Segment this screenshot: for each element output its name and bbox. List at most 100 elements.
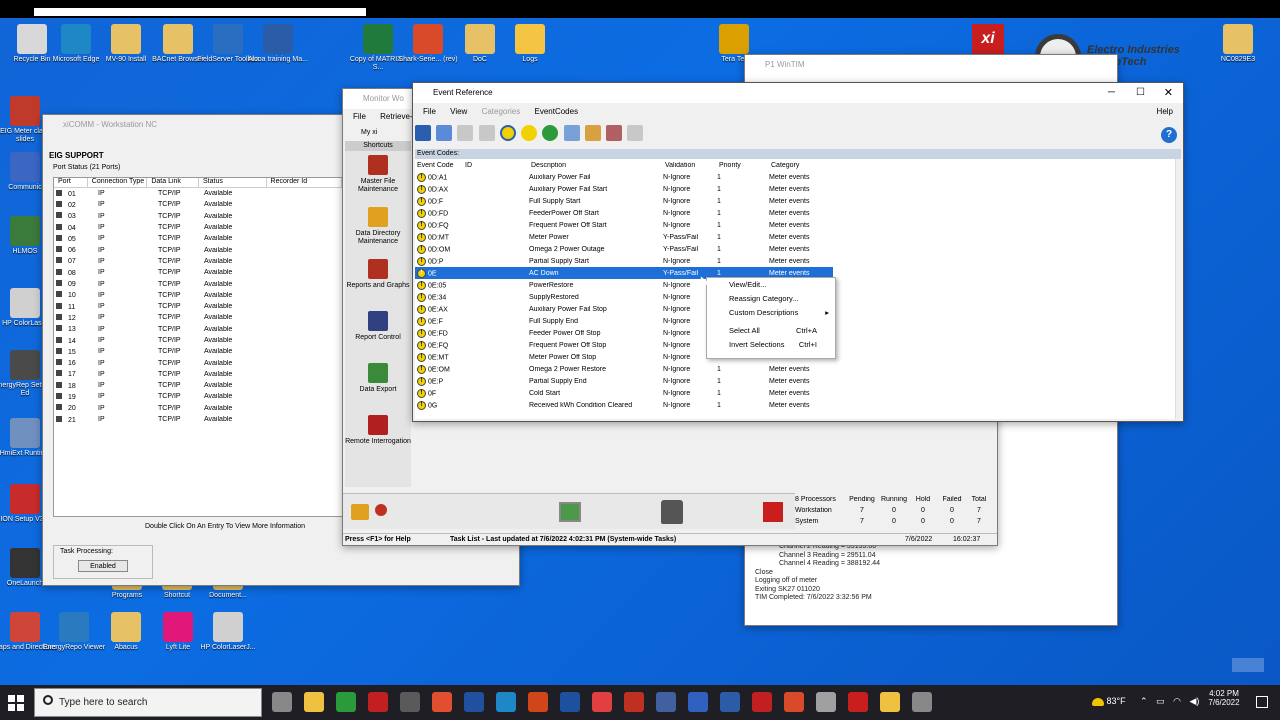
event-column-header[interactable]: Validation [663, 162, 717, 169]
port-row[interactable]: 09 IP TCP/IP Available [54, 278, 342, 289]
warn-icon[interactable] [351, 504, 369, 520]
taskbar-app-icon[interactable] [592, 692, 612, 712]
taskbar-app-icon[interactable] [528, 692, 548, 712]
taskbar-app-icon[interactable] [432, 692, 452, 712]
port-row[interactable]: 19 IP TCP/IP Available [54, 391, 342, 402]
port-row[interactable]: 20 IP TCP/IP Available [54, 403, 342, 414]
port-row[interactable]: 10 IP TCP/IP Available [54, 290, 342, 301]
port-row[interactable]: 08 IP TCP/IP Available [54, 267, 342, 278]
port-row[interactable]: 04 IP TCP/IP Available [54, 222, 342, 233]
menu-file[interactable]: File [423, 107, 436, 116]
taskbar-app-icon[interactable] [560, 692, 580, 712]
taskbar-app-icon[interactable] [400, 692, 420, 712]
event-row[interactable]: ! 0D:P Partial Supply Start N-Ignore 1 Meter … [415, 255, 833, 267]
port-table[interactable]: Port Connection Type Data Link Status Record… [53, 177, 343, 517]
taskbar-app-icon[interactable] [688, 692, 708, 712]
event-column-header[interactable]: Category [769, 162, 829, 169]
context-menu-item[interactable]: View/Edit... [707, 278, 835, 292]
event-row[interactable]: ! 0F Cold Start N-Ignore 1 Meter events [415, 387, 833, 399]
event-column-header[interactable]: ID [463, 162, 529, 169]
port-row[interactable]: 15 IP TCP/IP Available [54, 346, 342, 357]
copy-icon[interactable] [457, 125, 474, 141]
port-row[interactable]: 14 IP TCP/IP Available [54, 335, 342, 346]
port-row[interactable]: 06 IP TCP/IP Available [54, 244, 342, 255]
port-row[interactable]: 16 IP TCP/IP Available [54, 357, 342, 368]
monitor-menu-file[interactable]: File [353, 112, 366, 121]
port-row[interactable]: 12 IP TCP/IP Available [54, 312, 342, 323]
taskbar-app-icon[interactable] [336, 692, 356, 712]
clock[interactable]: 4:02 PM 7/6/2022 [1200, 689, 1248, 707]
context-menu-item[interactable]: Custom Descriptions ▸ [707, 306, 835, 320]
taskbar-app-icon[interactable] [624, 692, 644, 712]
event-row[interactable]: ! 0E:OM Omega 2 Power Restore N-Ignore 1 Mete… [415, 363, 833, 375]
chevron-up-icon[interactable]: ⌃ [1140, 696, 1148, 706]
wintim-titlebar[interactable]: P1 WinTIM [745, 55, 1117, 75]
menu-help[interactable]: Help [1157, 107, 1173, 116]
ok-icon[interactable] [542, 125, 559, 141]
shortcut-item[interactable]: Remote Interrogation [345, 411, 411, 463]
taskbar-app-icon[interactable] [496, 692, 516, 712]
port-row[interactable]: 05 IP TCP/IP Available [54, 233, 342, 244]
maximize-button[interactable]: ☐ [1136, 83, 1145, 103]
context-menu-item[interactable]: Invert Selections Ctrl+I [707, 338, 835, 352]
weather-widget[interactable]: 83°F [1092, 696, 1126, 706]
wifi-icon[interactable]: ◠ [1173, 696, 1181, 706]
event-row[interactable]: ! 0D:A1 Auxiliary Power Fail N-Ignore 1 Meter… [415, 171, 833, 183]
xi-icon[interactable] [763, 502, 783, 522]
lock-icon[interactable] [661, 500, 683, 524]
event-row[interactable]: ! 0D:FD FeederPower Off Start N-Ignore 1 Mete… [415, 207, 833, 219]
taskbar-app-icon[interactable] [880, 692, 900, 712]
port-column-header[interactable]: Data Link [147, 178, 199, 187]
taskbar-app-icon[interactable] [784, 692, 804, 712]
event-reference-titlebar[interactable]: Event Reference ─ ☐ ✕ [413, 83, 1183, 103]
delete-icon[interactable] [478, 125, 495, 141]
taskbar-app-icon[interactable] [368, 692, 388, 712]
menu-view[interactable]: View [450, 107, 467, 116]
desktop-icon[interactable]: Alcoa training Ma... [246, 24, 310, 64]
save-icon[interactable] [415, 125, 431, 141]
event-row[interactable]: ! 0D:F Full Supply Start N-Ignore 1 Meter eve… [415, 195, 833, 207]
port-row[interactable]: 02 IP TCP/IP Available [54, 199, 342, 210]
port-row[interactable]: 17 IP TCP/IP Available [54, 369, 342, 380]
port-row[interactable]: 18 IP TCP/IP Available [54, 380, 342, 391]
port-column-header[interactable]: Status [199, 178, 267, 187]
shortcut-item[interactable]: Data Export [345, 359, 411, 411]
port-row[interactable]: 13 IP TCP/IP Available [54, 324, 342, 335]
taskbar-app-icon[interactable] [912, 692, 932, 712]
warning-filter-icon[interactable] [499, 125, 516, 141]
alert-icon[interactable] [375, 504, 387, 516]
event-row[interactable]: ! 0E:P Partial Supply End N-Ignore 1 Meter ev… [415, 375, 833, 387]
port-column-header[interactable]: Recorder Id [267, 178, 342, 187]
context-menu-item[interactable]: Reassign Category... [707, 292, 835, 306]
taskbar-app-icon[interactable] [304, 692, 324, 712]
shortcut-item[interactable]: Reports and Graphs [345, 255, 411, 307]
event-row[interactable]: ! 0D:MT Meter Power Y-Pass/Fail 1 Meter event… [415, 231, 833, 243]
port-row[interactable]: 21 IP TCP/IP Available [54, 414, 342, 425]
port-row[interactable]: 03 IP TCP/IP Available [54, 211, 342, 222]
port-row[interactable]: 01 IP TCP/IP Available [54, 188, 342, 199]
event-column-header[interactable]: Priority [717, 162, 769, 169]
event-row[interactable]: ! 0D:AX Auxiliary Power Fail Start N-Ignore… [415, 183, 833, 195]
settings-icon[interactable] [627, 125, 644, 141]
event-column-header[interactable]: Event Code [415, 162, 463, 169]
desktop-icon[interactable]: HP ColorLaserJ... [196, 612, 260, 652]
profile-select[interactable]: My xi [349, 127, 409, 139]
event-table-scrollbar[interactable] [1175, 159, 1183, 419]
xi-logo[interactable]: xi [972, 24, 1004, 54]
event-row[interactable]: ! 0D:FQ Frequent Power Off Start N-Ignore 1 M… [415, 219, 833, 231]
tools-icon[interactable] [606, 125, 623, 141]
export-icon[interactable] [563, 125, 580, 141]
event-row[interactable]: ! 0G Received kWh Condition Cleared N-Ignor… [415, 399, 833, 411]
taskbar-app-icon[interactable] [720, 692, 740, 712]
warning-icon[interactable] [521, 125, 538, 141]
menu-categories[interactable]: Categories [482, 107, 521, 116]
shortcut-item[interactable]: Report Control [345, 307, 411, 359]
menu-eventcodes[interactable]: EventCodes [534, 107, 578, 116]
port-row[interactable]: 07 IP TCP/IP Available [54, 256, 342, 267]
search-box[interactable]: Type here to search [34, 688, 262, 717]
event-row[interactable]: ! 0D:OM Omega 2 Power Outage Y-Pass/Fail 1 Me… [415, 243, 833, 255]
taskbar-app-icon[interactable] [464, 692, 484, 712]
context-menu-item[interactable]: Select All Ctrl+A [707, 324, 835, 338]
close-button[interactable]: ✕ [1164, 83, 1173, 103]
event-reference-window[interactable]: Event Reference ─ ☐ ✕ File View Categori… [412, 82, 1184, 422]
